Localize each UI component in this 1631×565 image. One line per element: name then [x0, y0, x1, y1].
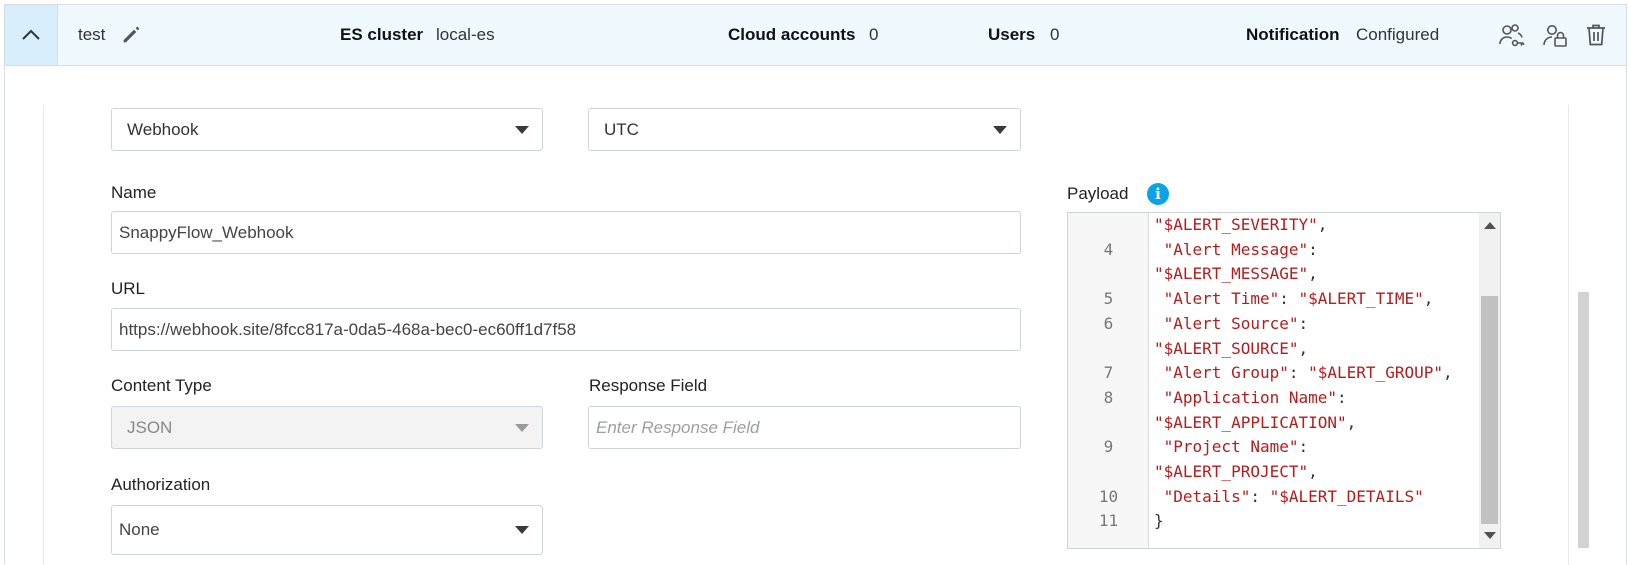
code-line: "Alert Group": "$ALERT_GROUP", — [1154, 360, 1453, 386]
payload-label: Payload — [1067, 184, 1129, 203]
code-string: "Alert Message" — [1154, 239, 1309, 259]
payload-editor[interactable]: "$ALERT_SEVERITY", 4 "Alert Message": "$AL… — [1067, 212, 1501, 549]
code-punctuation: : — [1279, 289, 1299, 309]
content-type-value: JSON — [127, 417, 173, 437]
page-scrollbar-thumb[interactable] — [1578, 292, 1589, 548]
editor-scrollbar[interactable] — [1479, 213, 1500, 548]
code-string: "$ALERT_GROUP" — [1308, 363, 1443, 383]
cloud-accounts-label: Cloud accounts — [728, 25, 856, 44]
code-line: "$ALERT_SEVERITY", — [1154, 213, 1328, 238]
timezone-value: UTC — [604, 119, 639, 139]
user-lock-icon[interactable] — [1541, 23, 1567, 49]
code-string: "$ALERT_APPLICATION" — [1154, 412, 1347, 432]
name-input-value: SnappyFlow_Webhook — [119, 222, 294, 242]
notification-label: Notification — [1246, 25, 1340, 44]
line-number: 10 — [1098, 486, 1119, 506]
timezone-select[interactable]: UTC — [588, 108, 1021, 151]
code-line: "Project Name": — [1154, 434, 1309, 460]
code-line: "$ALERT_MESSAGE", — [1154, 261, 1318, 287]
users-label: Users — [988, 25, 1036, 44]
content-type-label: Content Type — [111, 376, 212, 395]
code-punctuation: , — [1308, 264, 1318, 284]
config-name: test — [78, 25, 106, 44]
response-field-label: Response Field — [589, 376, 708, 395]
line-number: 4 — [1103, 239, 1114, 259]
code-line: "Details": "$ALERT_DETAILS" — [1154, 484, 1424, 510]
content-type-select: JSON — [111, 406, 543, 449]
code-punctuation: : — [1337, 387, 1347, 407]
line-number: 11 — [1098, 511, 1119, 531]
chevron-down-icon — [515, 423, 529, 432]
code-string: "$ALERT_DETAILS" — [1269, 486, 1424, 506]
users-key-icon[interactable] — [1498, 23, 1525, 49]
line-number: 7 — [1103, 363, 1114, 383]
code-line: "$ALERT_APPLICATION", — [1154, 410, 1356, 436]
response-field-input[interactable]: Enter Response Field — [588, 406, 1021, 449]
code-line: "$ALERT_SOURCE", — [1154, 336, 1308, 362]
chevron-down-icon — [515, 526, 529, 534]
notification-type-value: Webhook — [127, 119, 199, 139]
code-punctuation: , — [1346, 412, 1357, 432]
es-cluster-value: local-es — [436, 25, 495, 44]
code-punctuation: : — [1250, 486, 1270, 506]
scroll-down-arrow-icon[interactable] — [1484, 532, 1496, 539]
edit-pencil-icon[interactable] — [120, 24, 142, 46]
code-line: "Alert Time": "$ALERT_TIME", — [1154, 286, 1434, 312]
line-number: 6 — [1103, 313, 1114, 333]
chevron-up-icon — [22, 29, 40, 40]
code-line: "$ALERT_PROJECT", — [1154, 459, 1318, 485]
authorization-value: None — [119, 520, 160, 539]
url-input-value: https://webhook.site/8fcc817a-0da5-468a-… — [119, 319, 577, 339]
collapse-button[interactable] — [5, 5, 58, 65]
code-string: "Application Name" — [1154, 387, 1338, 407]
code-string: "Alert Source" — [1154, 313, 1299, 333]
cloud-accounts-value: 0 — [869, 25, 879, 44]
code-punctuation: : — [1308, 239, 1318, 259]
trash-icon[interactable] — [1585, 23, 1611, 49]
notification-type-select[interactable]: Webhook — [111, 108, 543, 151]
code-punctuation: } — [1154, 511, 1164, 531]
line-number: 8 — [1103, 387, 1114, 407]
code-punctuation: : — [1288, 363, 1309, 383]
code-string: "$ALERT_PROJECT" — [1154, 462, 1309, 481]
users-value: 0 — [1050, 25, 1060, 44]
code-line: "Alert Source": — [1154, 311, 1309, 337]
code-line: } — [1154, 508, 1164, 534]
code-string: "$ALERT_SEVERITY" — [1154, 215, 1318, 234]
authorization-select[interactable]: None — [111, 505, 543, 555]
code-punctuation: , — [1423, 289, 1434, 309]
notification-value: Configured — [1356, 25, 1440, 44]
info-icon[interactable]: i — [1147, 183, 1169, 205]
authorization-label: Authorization — [111, 475, 211, 494]
chevron-down-icon — [993, 125, 1007, 134]
code-string: "$ALERT_TIME" — [1298, 289, 1424, 309]
code-punctuation: : — [1298, 437, 1309, 457]
scroll-up-arrow-icon[interactable] — [1484, 222, 1496, 229]
code-line: "Application Name": — [1154, 385, 1347, 411]
name-input[interactable]: SnappyFlow_Webhook — [111, 211, 1021, 254]
code-string: "Alert Group" — [1154, 363, 1289, 383]
response-field-placeholder: Enter Response Field — [596, 417, 760, 437]
name-label: Name — [111, 183, 157, 202]
code-string: "Project Name" — [1154, 437, 1299, 457]
code-string: "Alert Time" — [1154, 289, 1280, 309]
code-punctuation: , — [1442, 363, 1453, 383]
line-number: 5 — [1103, 289, 1114, 309]
code-string: "Details" — [1154, 486, 1251, 506]
config-header: test ES cluster local-es Cloud accounts … — [5, 5, 1626, 66]
code-string: "$ALERT_MESSAGE" — [1154, 264, 1309, 284]
line-number: 9 — [1103, 437, 1114, 457]
url-label: URL — [111, 279, 146, 298]
chevron-down-icon — [515, 125, 529, 134]
editor-scrollbar-thumb[interactable] — [1481, 296, 1498, 524]
code-punctuation: , — [1308, 462, 1318, 481]
es-cluster-label: ES cluster — [340, 25, 424, 44]
code-punctuation: : — [1298, 313, 1309, 333]
code-string: "$ALERT_SOURCE" — [1154, 338, 1299, 358]
code-punctuation: , — [1298, 338, 1309, 358]
code-punctuation: , — [1317, 215, 1328, 234]
code-line: "Alert Message": — [1154, 237, 1318, 263]
url-input[interactable]: https://webhook.site/8fcc817a-0da5-468a-… — [111, 308, 1021, 351]
